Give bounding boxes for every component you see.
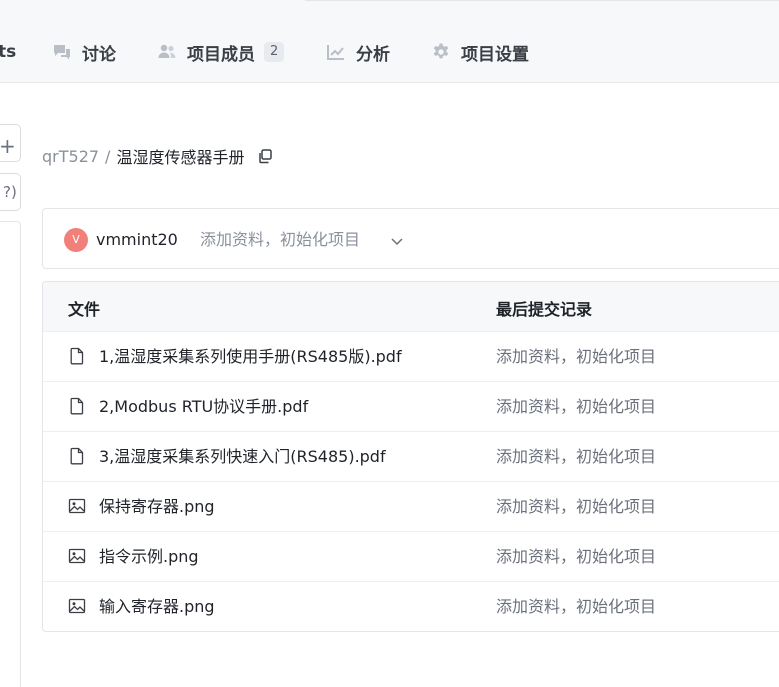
file-table: 文件 最后提交记录 1,温湿度采集系列使用手册(RS485版).pdf 添加资料… xyxy=(42,281,779,632)
breadcrumb: qrT527 / 温湿度传感器手册 xyxy=(42,145,273,167)
plus-icon: + xyxy=(0,134,16,158)
tab-label: 讨论 xyxy=(82,44,116,65)
line-chart-icon xyxy=(326,42,346,62)
latest-commit-box: V vmmint20 添加资料，初始化项目 xyxy=(42,208,779,269)
chevron-down-icon[interactable] xyxy=(390,233,404,247)
member-count-badge: 2 xyxy=(264,42,285,62)
tab-label: ts xyxy=(0,42,17,62)
breadcrumb-repo: 温湿度传感器手册 xyxy=(116,148,245,167)
image-icon xyxy=(68,497,86,515)
table-row[interactable]: 1,温湿度采集系列使用手册(RS485版).pdf 添加资料，初始化项目 xyxy=(43,332,779,382)
file-icon xyxy=(68,347,86,365)
top-divider xyxy=(305,0,779,1)
file-name[interactable]: 3,温湿度采集系列快速入门(RS485).pdf xyxy=(99,445,386,469)
tab-members[interactable]: 项目成员 2 xyxy=(157,36,285,68)
file-commit-message[interactable]: 添加资料，初始化项目 xyxy=(496,595,656,619)
file-commit-message[interactable]: 添加资料，初始化项目 xyxy=(496,445,656,469)
image-icon xyxy=(68,547,86,565)
help-button[interactable]: ?) xyxy=(0,173,21,211)
avatar[interactable]: V xyxy=(64,228,88,252)
tab-label: 项目成员 xyxy=(187,44,255,65)
file-icon xyxy=(68,447,86,465)
tab-label: 项目设置 xyxy=(461,44,529,65)
gear-icon xyxy=(431,42,451,62)
help-label: ?) xyxy=(3,183,17,201)
tab-settings[interactable]: 项目设置 xyxy=(431,36,529,68)
file-commit-message[interactable]: 添加资料，初始化项目 xyxy=(496,495,656,519)
table-header: 文件 最后提交记录 xyxy=(43,282,779,332)
tab-truncated[interactable]: ts xyxy=(0,36,16,68)
chat-bubbles-icon xyxy=(52,42,72,62)
table-row[interactable]: 3,温湿度采集系列快速入门(RS485).pdf 添加资料，初始化项目 xyxy=(43,432,779,482)
tab-discussions[interactable]: 讨论 xyxy=(52,36,116,68)
image-icon xyxy=(68,597,86,615)
file-name[interactable]: 保持寄存器.png xyxy=(99,495,215,519)
commit-author[interactable]: vmmint20 xyxy=(96,228,178,252)
left-side-panel xyxy=(0,221,21,687)
project-nav-bar: ts 讨论 项目成员 2 分析 项目设置 xyxy=(0,0,779,83)
commit-message[interactable]: 添加资料，初始化项目 xyxy=(200,228,360,252)
tab-analytics[interactable]: 分析 xyxy=(326,36,390,68)
file-name[interactable]: 1,温湿度采集系列使用手册(RS485版).pdf xyxy=(99,345,402,369)
column-header-file: 文件 xyxy=(68,300,101,319)
file-commit-message[interactable]: 添加资料，初始化项目 xyxy=(496,395,656,419)
breadcrumb-owner[interactable]: qrT527 xyxy=(42,147,99,166)
users-icon xyxy=(157,42,177,62)
table-row[interactable]: 输入寄存器.png 添加资料，初始化项目 xyxy=(43,582,779,631)
file-commit-message[interactable]: 添加资料，初始化项目 xyxy=(496,545,656,569)
file-commit-message[interactable]: 添加资料，初始化项目 xyxy=(496,345,656,369)
copy-icon[interactable] xyxy=(257,148,273,164)
breadcrumb-separator: / xyxy=(105,146,111,166)
file-name[interactable]: 指令示例.png xyxy=(99,545,199,569)
file-name[interactable]: 2,Modbus RTU协议手册.pdf xyxy=(99,395,308,419)
table-row[interactable]: 2,Modbus RTU协议手册.pdf 添加资料，初始化项目 xyxy=(43,382,779,432)
tab-label: 分析 xyxy=(356,44,390,65)
table-row[interactable]: 保持寄存器.png 添加资料，初始化项目 xyxy=(43,482,779,532)
table-row[interactable]: 指令示例.png 添加资料，初始化项目 xyxy=(43,532,779,582)
column-header-commit: 最后提交记录 xyxy=(496,300,593,319)
add-button[interactable]: + xyxy=(0,124,21,162)
file-icon xyxy=(68,397,86,415)
file-name[interactable]: 输入寄存器.png xyxy=(99,595,215,619)
